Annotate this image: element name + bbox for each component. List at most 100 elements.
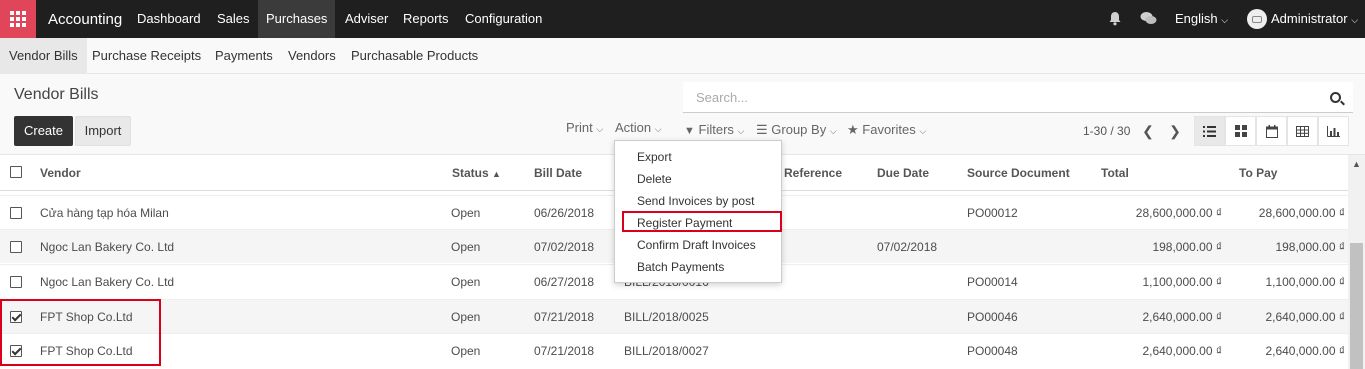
bell-icon[interactable]: [1108, 11, 1122, 29]
search-icon[interactable]: [1330, 92, 1341, 103]
cell-bill-date: 07/21/2018: [534, 344, 595, 358]
subnav-payments[interactable]: Payments: [215, 38, 273, 74]
chevron-down-icon: ⌵: [596, 124, 604, 134]
cell-status: Open: [451, 275, 481, 289]
row-checkbox[interactable]: [10, 241, 22, 253]
action-dropdown[interactable]: Action ⌵: [615, 120, 662, 135]
chevron-down-icon: ⌵: [737, 126, 745, 136]
apps-menu-icon[interactable]: [0, 0, 36, 38]
app-brand[interactable]: Accounting: [48, 11, 122, 28]
cell-total: 2,640,000.00 ₫: [1142, 310, 1222, 324]
import-button[interactable]: Import: [75, 116, 131, 146]
cell-bill-date: 06/27/2018: [534, 275, 595, 289]
cell-source: PO00048: [967, 344, 1018, 358]
cell-bill-date: 06/26/2018: [534, 206, 595, 220]
chevron-down-icon: ⌵: [1351, 15, 1359, 25]
calendar-view-icon[interactable]: [1256, 116, 1287, 146]
menu-configuration[interactable]: Configuration: [465, 0, 542, 38]
column-header-due-date[interactable]: Due Date: [877, 166, 929, 180]
pager-value[interactable]: 1-30 / 30: [1083, 124, 1130, 138]
action-send-invoices-by-post[interactable]: Send Invoices by post: [637, 194, 754, 208]
action-delete[interactable]: Delete: [637, 172, 672, 186]
cell-status: Open: [451, 206, 481, 220]
selected-rows-highlight: [0, 299, 161, 366]
filters-dropdown[interactable]: ▼ Filters ⌵: [684, 122, 744, 137]
select-all-checkbox[interactable]: [10, 166, 22, 178]
cell-source: PO00014: [967, 275, 1018, 289]
chevron-down-icon: ⌵: [829, 126, 837, 136]
pivot-view-icon[interactable]: [1287, 116, 1318, 146]
register-payment-highlight: [622, 211, 782, 232]
cell-vendor: Ngoc Lan Bakery Co. Ltd: [40, 275, 175, 289]
graph-view-icon[interactable]: [1318, 116, 1349, 146]
filter-icon: ▼: [684, 125, 695, 137]
menu-dashboard[interactable]: Dashboard: [137, 0, 201, 38]
chevron-down-icon: ⌵: [1221, 15, 1229, 25]
favorites-dropdown[interactable]: ★ Favorites ⌵: [847, 122, 926, 138]
scrollbar-thumb[interactable]: [1350, 243, 1363, 369]
cell-bill-date: 07/21/2018: [534, 310, 595, 324]
cell-total: 198,000.00 ₫: [1152, 240, 1222, 254]
create-button[interactable]: Create: [14, 116, 73, 146]
search-input[interactable]: Search...: [696, 90, 748, 105]
sort-ascending-icon: ▲: [492, 169, 501, 179]
cell-total: 28,600,000.00 ₫: [1135, 206, 1222, 220]
cell-to-pay: 2,640,000.00 ₫: [1265, 344, 1345, 358]
table-row[interactable]: FPT Shop Co.Ltd Open 07/21/2018 BILL/201…: [0, 333, 1348, 367]
column-header-bill-date[interactable]: Bill Date: [534, 166, 582, 180]
print-dropdown[interactable]: Print ⌵: [566, 120, 603, 135]
subnav-vendors[interactable]: Vendors: [288, 38, 336, 74]
cell-due-date: 07/02/2018: [877, 240, 938, 254]
menu-sales[interactable]: Sales: [217, 0, 250, 38]
cell-to-pay: 1,100,000.00 ₫: [1265, 275, 1345, 289]
star-icon: ★: [847, 122, 859, 137]
top-navbar: Accounting Dashboard Sales Purchases Adv…: [0, 0, 1365, 38]
column-header-to-pay[interactable]: To Pay: [1239, 166, 1277, 180]
menu-adviser[interactable]: Adviser: [345, 0, 388, 38]
page-title: Vendor Bills: [14, 86, 99, 103]
cell-bill-date: 07/02/2018: [534, 240, 595, 254]
table-row[interactable]: FPT Shop Co.Ltd Open 07/21/2018 BILL/201…: [0, 299, 1348, 333]
action-confirm-draft-invoices[interactable]: Confirm Draft Invoices: [637, 238, 756, 252]
subnav-purchasable-products[interactable]: Purchasable Products: [351, 38, 478, 74]
action-batch-payments[interactable]: Batch Payments: [637, 260, 724, 274]
cell-source: PO00046: [967, 310, 1018, 324]
groupby-dropdown[interactable]: ☰ Group By ⌵: [756, 122, 837, 138]
cell-to-pay: 198,000.00 ₫: [1275, 240, 1345, 254]
column-header-source[interactable]: Source Document: [967, 166, 1070, 180]
action-export[interactable]: Export: [637, 150, 672, 164]
row-checkbox[interactable]: [10, 276, 22, 288]
column-header-status[interactable]: Status ▲: [452, 166, 501, 180]
cell-source: PO00012: [967, 206, 1018, 220]
cell-status: Open: [451, 310, 481, 324]
cell-status: Open: [451, 240, 481, 254]
chat-icon[interactable]: [1140, 11, 1157, 29]
list-icon: ☰: [756, 122, 768, 137]
menu-reports[interactable]: Reports: [403, 0, 449, 38]
subnav-purchase-receipts[interactable]: Purchase Receipts: [92, 38, 201, 74]
subnav-vendor-bills[interactable]: Vendor Bills: [0, 38, 87, 74]
menu-purchases[interactable]: Purchases: [258, 0, 336, 38]
chevron-down-icon: ⌵: [654, 124, 662, 134]
cell-to-pay: 28,600,000.00 ₫: [1258, 206, 1345, 220]
user-menu[interactable]: Administrator ⌵: [1271, 0, 1358, 38]
avatar[interactable]: [1247, 9, 1267, 29]
language-selector[interactable]: English ⌵: [1175, 0, 1228, 38]
sub-navbar: Vendor Bills Purchase Receipts Payments …: [0, 38, 1365, 74]
cell-number: BILL/2018/0027: [624, 344, 709, 358]
cell-number: BILL/2018/0025: [624, 310, 709, 324]
column-header-total[interactable]: Total: [1101, 166, 1129, 180]
cell-total: 1,100,000.00 ₫: [1142, 275, 1222, 289]
column-header-reference[interactable]: Reference: [784, 166, 842, 180]
list-view-icon[interactable]: [1194, 116, 1225, 146]
cell-vendor: Ngoc Lan Bakery Co. Ltd: [40, 240, 175, 254]
cell-to-pay: 2,640,000.00 ₫: [1265, 310, 1345, 324]
column-header-vendor[interactable]: Vendor: [40, 166, 81, 180]
cell-status: Open: [451, 344, 481, 358]
search-bar[interactable]: Search...: [683, 82, 1353, 113]
chevron-right-icon[interactable]: ❯: [1163, 118, 1187, 144]
row-checkbox[interactable]: [10, 207, 22, 219]
scroll-up-icon[interactable]: ▲: [1352, 159, 1361, 169]
chevron-left-icon[interactable]: ❮: [1136, 118, 1160, 144]
kanban-view-icon[interactable]: [1225, 116, 1256, 146]
